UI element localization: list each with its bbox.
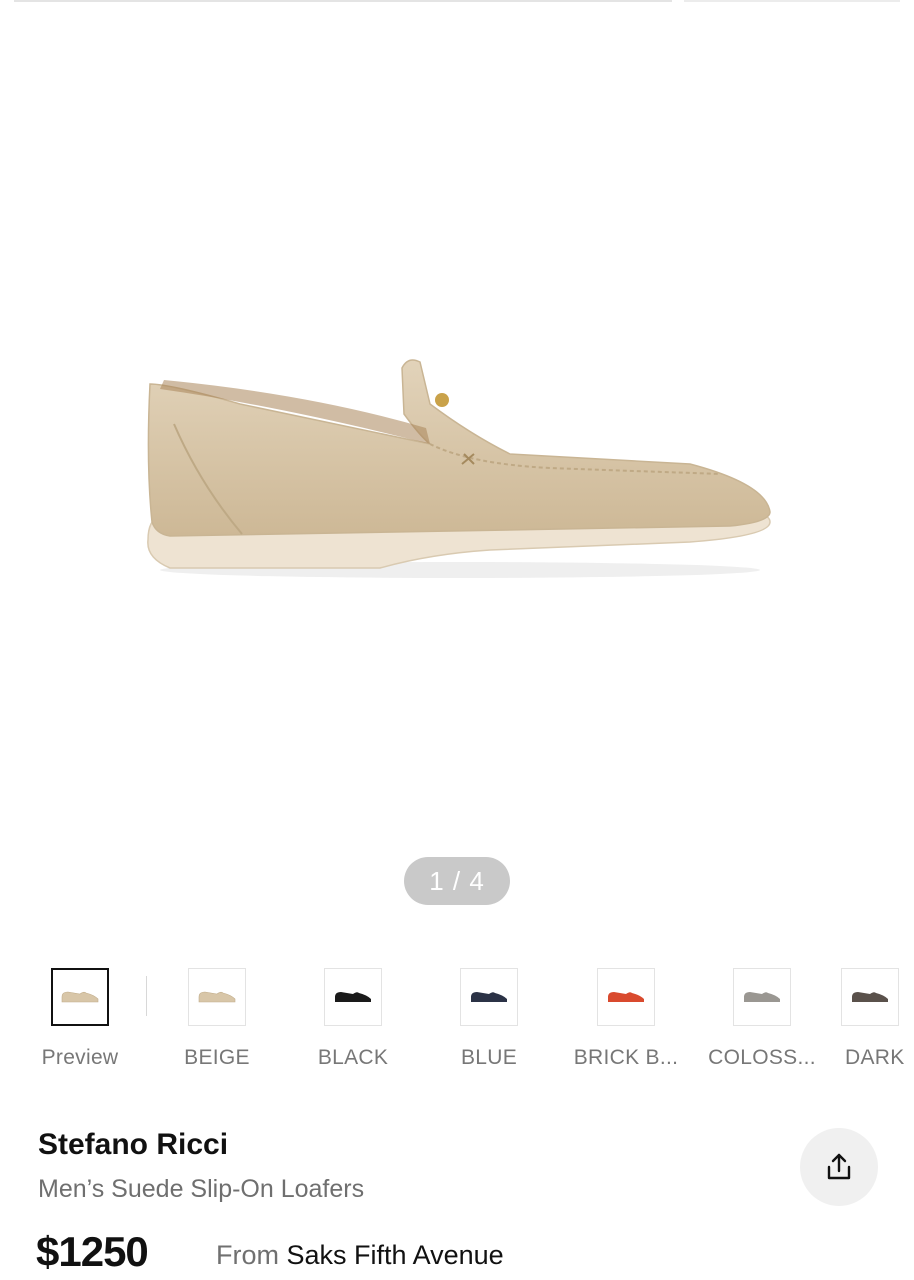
swatch-label: BRICK B...: [573, 1046, 679, 1069]
swatch-label: DARK: [845, 1046, 905, 1069]
swatch-thumbnail: [841, 968, 899, 1026]
swatch-preview[interactable]: Preview: [12, 968, 148, 1078]
swatch-dark[interactable]: DARK: [831, 968, 914, 1078]
product-price: $1250: [36, 1228, 149, 1275]
swatch-black[interactable]: BLACK: [285, 968, 421, 1078]
product-image-gallery[interactable]: 1 / 4: [0, 4, 914, 934]
swatch-thumbnail: [51, 968, 109, 1026]
loafer-thumbnail-icon: [335, 992, 371, 1002]
swatch-thumbnail: [597, 968, 655, 1026]
loafer-image: [147, 359, 771, 578]
swatch-thumbnail: [324, 968, 382, 1026]
from-label: From: [216, 1240, 279, 1270]
swatch-label: BLUE: [460, 1046, 518, 1069]
gallery-progress-bar-2: [684, 0, 900, 2]
swatch-brick-brown[interactable]: BRICK B...: [558, 968, 694, 1078]
swatch-label: BEIGE: [184, 1046, 250, 1069]
swatch-label: Preview: [41, 1046, 119, 1069]
loafer-thumbnail-icon: [852, 992, 888, 1002]
retailer-link[interactable]: Saks Fifth Avenue: [287, 1240, 504, 1270]
image-pager: 1 / 4: [404, 857, 510, 905]
swatch-label: COLOSS...: [708, 1046, 816, 1069]
swatch-thumbnail: [188, 968, 246, 1026]
loafer-thumbnail-icon: [744, 992, 780, 1002]
color-swatch-list: Preview BEIGE BLACK BLUE BRICK B... COLO…: [0, 968, 914, 1078]
share-icon: [827, 1153, 851, 1180]
loafer-thumbnail-icon: [608, 992, 644, 1002]
loafer-thumbnail-icon: [61, 991, 99, 1003]
swatch-thumbnail: [460, 968, 518, 1026]
swatch-thumbnail: [733, 968, 791, 1026]
retailer-line: From Saks Fifth Avenue: [216, 1240, 504, 1271]
product-title: Men’s Suede Slip-On Loafers: [38, 1175, 365, 1203]
swatch-blue[interactable]: BLUE: [421, 968, 557, 1078]
swatch-colosseum[interactable]: COLOSS...: [694, 968, 830, 1078]
gallery-progress-bar-1: [14, 0, 672, 2]
swatch-divider: [146, 976, 147, 1016]
product-brand[interactable]: Stefano Ricci: [38, 1128, 228, 1162]
swatch-label: BLACK: [317, 1046, 389, 1069]
share-button[interactable]: [800, 1128, 878, 1206]
loafer-thumbnail-icon: [198, 991, 236, 1003]
loafer-thumbnail-icon: [471, 992, 507, 1002]
swatch-beige[interactable]: BEIGE: [149, 968, 285, 1078]
